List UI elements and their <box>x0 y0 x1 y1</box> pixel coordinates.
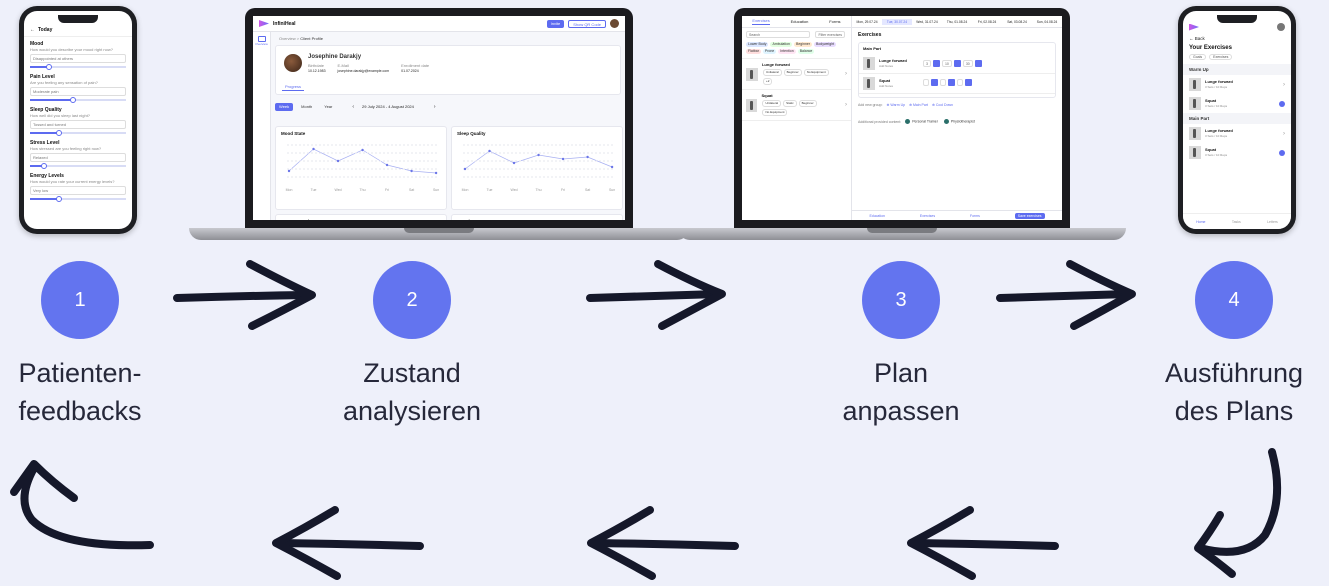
arrow-hook-left <box>20 464 154 550</box>
arrow-back-1-shaft <box>276 539 424 550</box>
arrow-2-to-3-shaft <box>586 290 722 302</box>
phone-notch <box>58 15 98 23</box>
arrow-hook-right <box>1196 448 1282 556</box>
arrow-back-2-shaft <box>591 539 739 550</box>
arrow-hook-right-head <box>1194 511 1236 578</box>
arrow-3-to-4-shaft <box>996 290 1132 302</box>
flow-arrows <box>10 260 1282 580</box>
arrow-1-to-2-shaft <box>173 291 310 302</box>
phone4-notch <box>1217 15 1257 23</box>
arrow-back-3-shaft <box>911 539 1059 550</box>
